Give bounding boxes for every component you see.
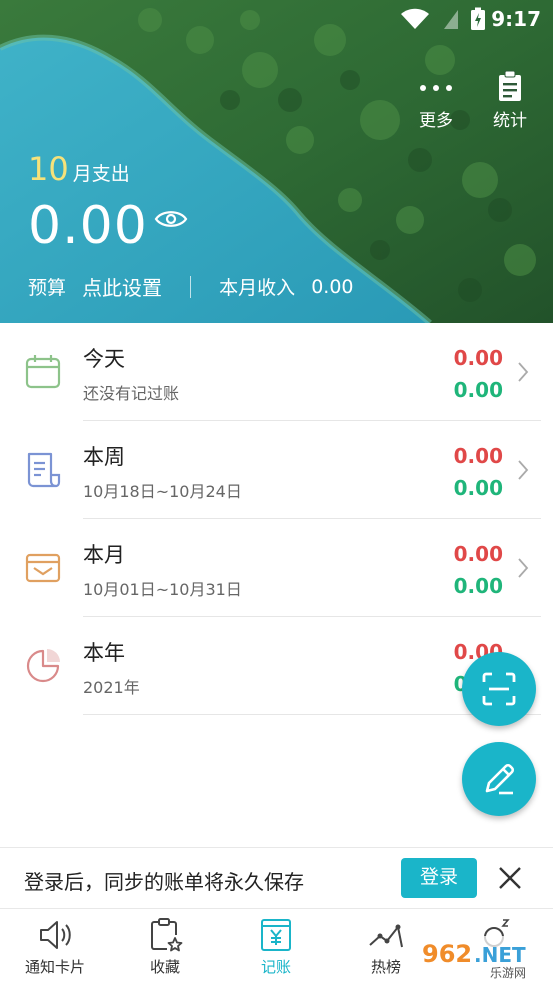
svg-text:.NET: .NET [474,943,526,967]
row-subtitle: 10月01日~10月31日 [83,580,242,599]
month-expense-label: 月支出 [72,163,130,185]
more-dots-icon [420,85,452,91]
scan-button[interactable] [462,652,536,726]
scan-icon [482,672,516,706]
add-record-button[interactable] [462,742,536,816]
summary-row-today[interactable]: 今天 还没有记过账 0.00 0.00 [0,323,553,421]
set-budget-link[interactable]: 点此设置 [82,276,162,300]
chevron-right-icon [518,362,529,382]
row-expense: 0.00 [453,346,503,370]
tab-label: 收藏 [149,958,180,976]
document-icon [27,452,61,488]
row-income: 0.00 [453,476,503,500]
row-expense: 0.00 [453,542,503,566]
row-title: 本年 [83,641,125,665]
summary-row-month[interactable]: 本月 10月01日~10月31日 0.00 0.00 [0,519,553,617]
eye-icon[interactable] [154,208,188,230]
row-title: 本月 [83,543,125,567]
header-hero: 9:17 更多 统计 10 月支出 0.00 预算 点此设置 本月收入 0.00 [0,0,553,323]
row-expense: 0.00 [453,444,503,468]
tab-favorites[interactable]: 收藏 [110,909,220,983]
calendar-icon [25,355,61,389]
budget-income-bar: 预算 点此设置 本月收入 0.00 [28,272,354,301]
svg-text:962: 962 [422,940,472,968]
status-bar: 9:17 [0,0,553,38]
row-income: 0.00 [453,574,503,598]
row-title: 本周 [83,445,125,469]
wifi-icon [401,8,429,29]
total-expense-amount: 0.00 [28,196,148,256]
login-button[interactable]: 登录 [401,858,477,898]
chevron-right-icon [518,558,529,578]
ledger-yen-icon [261,919,291,951]
login-banner-message: 登录后，同步的账单将永久保存 [24,870,304,894]
budget-label: 预算 [28,277,67,299]
login-banner: 登录后，同步的账单将永久保存 登录 [0,847,553,909]
row-subtitle: 2021年 [83,678,140,697]
monthly-income-value: 0.00 [311,275,354,298]
clipboard-list-icon [499,70,521,101]
summary-row-week[interactable]: 本周 10月18日~10月24日 0.00 0.00 [0,421,553,519]
svg-text:乐游网: 乐游网 [490,966,526,980]
tab-label: 通知卡片 [24,958,85,976]
close-icon[interactable] [496,864,524,892]
row-subtitle: 还没有记过账 [83,384,180,403]
trend-icon [369,924,403,948]
speaker-icon [40,921,71,949]
tab-label: 记账 [260,958,291,976]
more-button[interactable]: 更多 [406,66,466,131]
month-expense-title: 10 月支出 [28,150,130,188]
row-income: 0.00 [453,378,503,402]
tab-bookkeeping[interactable]: 记账 [221,909,331,983]
battery-charging-icon [471,7,485,30]
chevron-right-icon [518,460,529,480]
stats-label: 统计 [493,111,527,131]
tab-notification-card[interactable]: 通知卡片 [0,909,110,983]
clipboard-star-icon [151,918,183,952]
wallet-icon [25,553,61,583]
row-subtitle: 10月18日~10月24日 [83,482,242,501]
divider [190,275,192,298]
summary-list: 今天 还没有记过账 0.00 0.00 本周 10月18日~10月24日 0.0… [0,323,553,715]
clock: 9:17 [491,7,541,31]
monthly-income-label: 本月收入 [219,277,296,299]
pie-chart-icon [26,649,60,683]
site-watermark-logo: 962 .NET 乐游网 [416,936,550,980]
pen-icon [485,763,515,795]
signal-icon [444,10,458,29]
row-title: 今天 [83,347,125,371]
more-label: 更多 [419,111,453,131]
month-number: 10 [28,150,69,188]
stats-button[interactable]: 统计 [480,66,540,131]
